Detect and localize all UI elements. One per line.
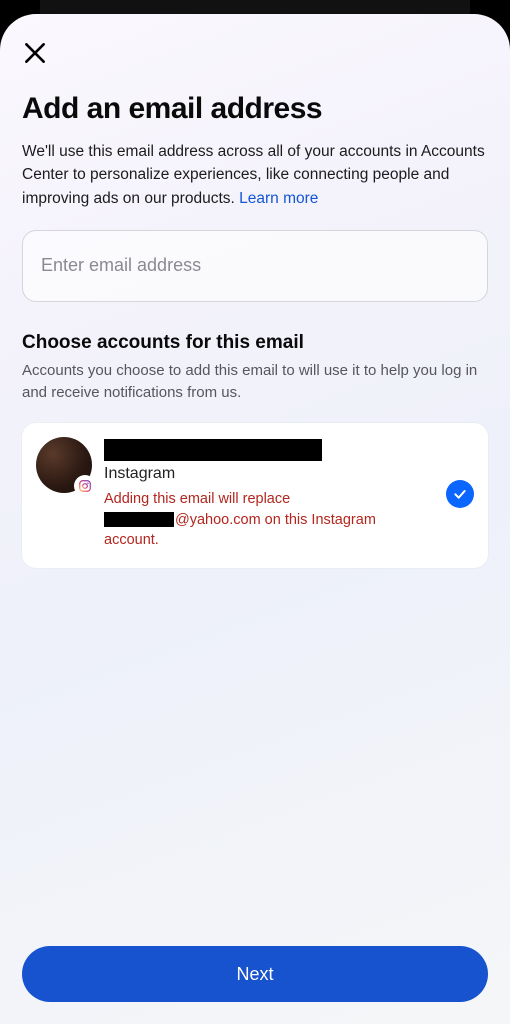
account-info: Instagram Adding this email will replace… <box>104 437 428 550</box>
account-username-redacted <box>104 439 322 461</box>
modal-sheet: Add an email address We'll use this emai… <box>0 14 510 1024</box>
close-button[interactable] <box>22 40 48 66</box>
instagram-icon <box>78 479 92 493</box>
close-icon <box>22 40 48 66</box>
account-avatar-wrap <box>36 437 92 493</box>
learn-more-link[interactable]: Learn more <box>239 190 318 207</box>
check-icon <box>452 486 468 502</box>
email-input[interactable] <box>22 230 488 302</box>
page-subtitle: We'll use this email address across all … <box>22 140 488 210</box>
next-button[interactable]: Next <box>22 946 488 1002</box>
warning-prefix: Adding this email will replace <box>104 491 290 507</box>
account-warning: Adding this email will replace @yahoo.co… <box>104 489 428 550</box>
choose-accounts-heading: Choose accounts for this email <box>22 332 488 354</box>
selected-check[interactable] <box>446 480 474 508</box>
instagram-badge <box>74 475 96 497</box>
warning-email-redacted <box>104 512 174 527</box>
account-row[interactable]: Instagram Adding this email will replace… <box>22 423 488 568</box>
page-title: Add an email address <box>22 92 488 126</box>
account-platform: Instagram <box>104 465 428 483</box>
choose-accounts-sub: Accounts you choose to add this email to… <box>22 360 488 404</box>
